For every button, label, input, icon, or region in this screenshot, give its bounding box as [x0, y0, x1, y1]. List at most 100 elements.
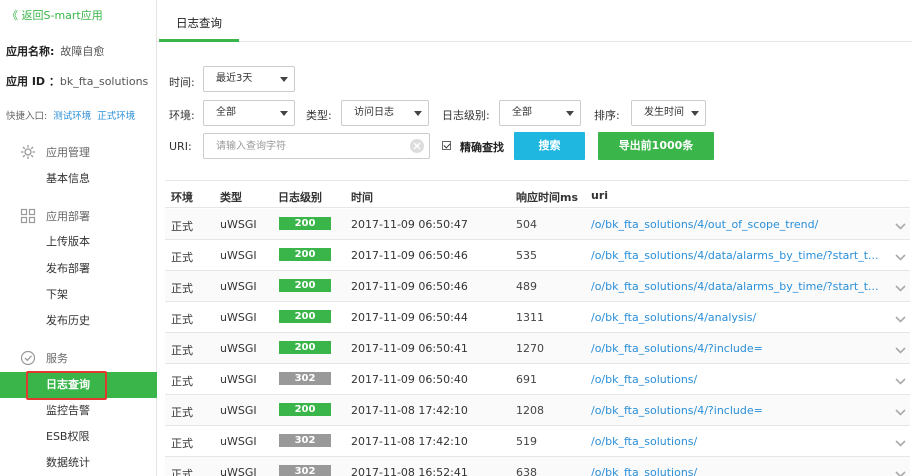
table-row[interactable]: 正式 uWSGI 200 2017-11-09 06:50:46 489 /o/…	[165, 271, 910, 302]
cell-uri-link[interactable]: /o/bk_fta_solutions/	[591, 466, 881, 476]
cell-uri-link[interactable]: /o/bk_fta_solutions/4/out_of_scope_trend…	[591, 218, 881, 231]
section-app-deploy: 应用部署	[20, 208, 90, 224]
section-app-management-label: 应用管理	[46, 146, 90, 159]
log-level-select[interactable]: 全部	[499, 100, 581, 126]
col-time: 时间	[351, 191, 373, 204]
cell-response-time: 1311	[516, 311, 544, 324]
table-row[interactable]: 正式 uWSGI 302 2017-11-08 17:42:10 519 /o/…	[165, 426, 910, 457]
sidebar-item-monitor-alarm[interactable]: 监控告警	[0, 398, 157, 424]
app-id-row: 应用 ID ：bk_fta_solutions	[6, 73, 148, 89]
col-response-time: 响应时间ms	[516, 191, 579, 204]
status-badge: 302	[279, 372, 331, 385]
prod-env-link[interactable]: 正式环境	[97, 111, 135, 122]
status-badge: 200	[279, 310, 331, 323]
sidebar-item-data-stats[interactable]: 数据统计	[0, 450, 157, 476]
cell-uri-link[interactable]: /o/bk_fta_solutions/4/data/alarms_by_tim…	[591, 249, 881, 262]
log-level-select-value: 全部	[512, 107, 532, 118]
cell-time: 2017-11-08 17:42:10	[351, 435, 468, 448]
cell-env: 正式	[171, 251, 193, 264]
chevron-down-icon[interactable]	[895, 251, 906, 264]
sidebar-item-deploy-history[interactable]: 发布历史	[0, 308, 157, 334]
col-uri: uri	[591, 189, 609, 202]
sidebar-item-log-query[interactable]: 日志查询	[0, 372, 157, 398]
chevron-down-icon[interactable]	[895, 220, 906, 233]
chevron-down-icon[interactable]	[895, 313, 906, 326]
cell-response-time: 489	[516, 280, 537, 293]
table-row[interactable]: 正式 uWSGI 200 2017-11-09 06:50:47 504 /o/…	[165, 209, 910, 240]
cell-time: 2017-11-09 06:50:47	[351, 218, 468, 231]
cell-env: 正式	[171, 220, 193, 233]
table-row[interactable]: 正式 uWSGI 200 2017-11-08 17:42:10 1208 /o…	[165, 395, 910, 426]
uri-search-input[interactable]	[203, 133, 430, 159]
table-row[interactable]: 正式 uWSGI 200 2017-11-09 06:50:41 1270 /o…	[165, 333, 910, 364]
gear-icon	[21, 145, 35, 159]
chevron-down-icon[interactable]	[895, 282, 906, 295]
clear-icon[interactable]	[410, 139, 424, 153]
cell-uri-link[interactable]: /o/bk_fta_solutions/	[591, 435, 881, 448]
section-app-management: 应用管理	[20, 144, 90, 160]
table-row[interactable]: 正式 uWSGI 302 2017-11-08 16:52:41 638 /o/…	[165, 457, 910, 476]
cell-uri-link[interactable]: /o/bk_fta_solutions/	[591, 373, 881, 386]
cell-env: 正式	[171, 313, 193, 326]
cell-time: 2017-11-08 16:52:41	[351, 466, 468, 476]
table-row[interactable]: 正式 uWSGI 200 2017-11-09 06:50:44 1311 /o…	[165, 302, 910, 333]
exact-match-checkbox[interactable]	[442, 141, 451, 150]
sort-select[interactable]: 发生时间	[631, 100, 706, 126]
test-env-link[interactable]: 测试环境	[53, 111, 91, 122]
cell-uri-link[interactable]: /o/bk_fta_solutions/4/analysis/	[591, 311, 881, 324]
export-button[interactable]: 导出前1000条	[598, 132, 714, 160]
status-badge: 200	[279, 403, 331, 416]
cell-response-time: 1270	[516, 342, 544, 355]
cell-type: uWSGI	[220, 466, 257, 476]
cell-response-time: 638	[516, 466, 537, 476]
cell-env: 正式	[171, 406, 193, 419]
back-to-smart-apps-link[interactable]: 《 返回S-mart应用	[7, 7, 103, 23]
cell-type: uWSGI	[220, 249, 257, 262]
cell-time: 2017-11-09 06:50:41	[351, 342, 468, 355]
cell-type: uWSGI	[220, 404, 257, 417]
table-row[interactable]: 正式 uWSGI 200 2017-11-09 06:50:46 535 /o/…	[165, 240, 910, 271]
sidebar-item-offline[interactable]: 下架	[0, 282, 157, 308]
cell-response-time: 1208	[516, 404, 544, 417]
sidebar-item-basic-info[interactable]: 基本信息	[0, 166, 157, 192]
search-button[interactable]: 搜索	[514, 132, 585, 160]
chevron-down-icon[interactable]	[895, 375, 906, 388]
cell-uri-link[interactable]: /o/bk_fta_solutions/4/?include=	[591, 404, 881, 417]
cell-env: 正式	[171, 375, 193, 388]
cell-response-time: 504	[516, 218, 537, 231]
sort-select-value: 发生时间	[644, 107, 684, 118]
status-badge: 302	[279, 434, 331, 447]
sidebar-item-esb-permission[interactable]: ESB权限	[0, 424, 157, 450]
cell-response-time: 519	[516, 435, 537, 448]
tab-log-query[interactable]: 日志查询	[159, 0, 239, 42]
type-label: 类型:	[306, 109, 332, 122]
quick-entry-label: 快捷入口:	[6, 111, 48, 122]
status-badge: 200	[279, 248, 331, 261]
app-id-label: 应用 ID ：	[6, 75, 60, 88]
section-service-label: 服务	[46, 352, 68, 365]
env-select-value: 全部	[216, 107, 236, 118]
chevron-down-icon	[280, 111, 288, 116]
chevron-down-icon[interactable]	[895, 406, 906, 419]
cell-time: 2017-11-09 06:50:46	[351, 249, 468, 262]
sort-label: 排序:	[594, 109, 620, 122]
sidebar-item-upload-version[interactable]: 上传版本	[0, 229, 157, 255]
table-row[interactable]: 正式 uWSGI 302 2017-11-09 06:50:40 691 /o/…	[165, 364, 910, 395]
cell-uri-link[interactable]: /o/bk_fta_solutions/4/data/alarms_by_tim…	[591, 280, 881, 293]
chevron-down-icon[interactable]	[895, 468, 906, 476]
cell-uri-link[interactable]: /o/bk_fta_solutions/4/?include=	[591, 342, 881, 355]
col-env: 环境	[171, 191, 193, 204]
cell-time: 2017-11-09 06:50:40	[351, 373, 468, 386]
env-select[interactable]: 全部	[203, 100, 295, 126]
app-name-value: 故障自愈	[60, 45, 105, 58]
chevron-down-icon[interactable]	[895, 344, 906, 357]
status-badge: 200	[279, 341, 331, 354]
sidebar-item-deploy[interactable]: 发布部署	[0, 256, 157, 282]
type-select[interactable]: 访问日志	[341, 100, 429, 126]
chevron-down-icon[interactable]	[895, 437, 906, 450]
cell-env: 正式	[171, 344, 193, 357]
cell-time: 2017-11-09 06:50:44	[351, 311, 468, 324]
chevron-down-icon	[414, 111, 422, 116]
time-select[interactable]: 最近3天	[203, 66, 295, 92]
status-badge: 302	[279, 465, 331, 476]
